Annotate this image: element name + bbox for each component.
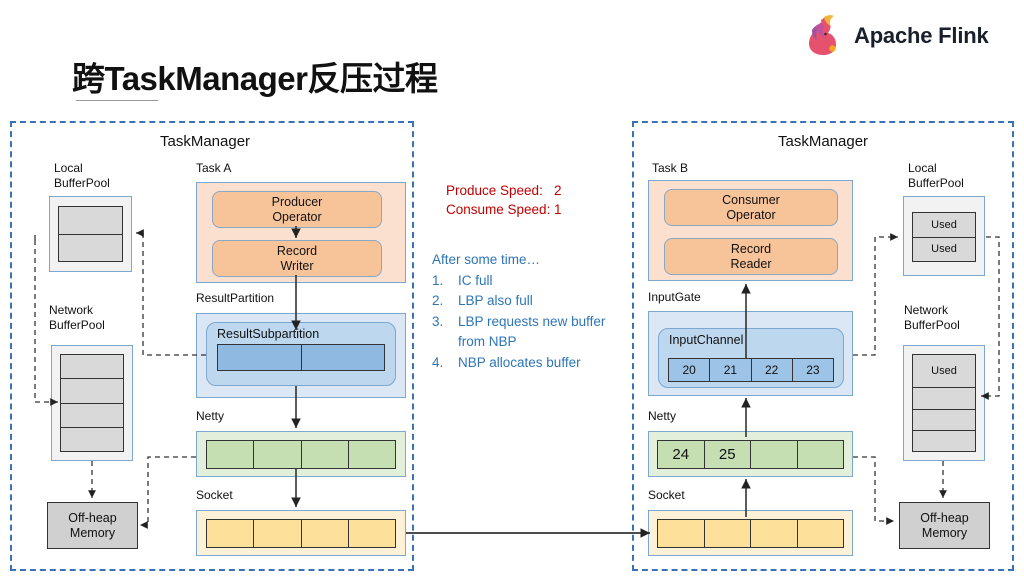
buffer-cell — [301, 520, 349, 547]
note-number: 2. — [432, 293, 444, 308]
buffer-cell — [301, 345, 384, 370]
buffer-cell: Used — [913, 355, 975, 389]
slide-canvas: Apache Flink 跨TaskManager反压过程 TaskManage… — [0, 0, 1024, 576]
buffer-cell — [61, 404, 123, 428]
list-item: 1. IC full — [432, 271, 632, 292]
list-item: 4. NBP allocates buffer — [432, 353, 632, 374]
note-text: IC full — [458, 272, 493, 288]
result-subpartition-cells — [217, 344, 385, 371]
note-text: LBP requests new buffer from NBP — [458, 313, 606, 350]
left-taskmanager-title: TaskManager — [160, 133, 251, 150]
left-local-bufferpool-label: Local BufferPool — [54, 161, 110, 190]
right-task-label: Task B — [652, 161, 689, 175]
buffer-cell — [348, 520, 395, 547]
buffer-cell — [658, 520, 705, 547]
buffer-cell: 21 — [710, 359, 752, 381]
producer-operator-box: Producer Operator — [212, 191, 382, 228]
left-socket-label: Socket — [196, 488, 233, 502]
consumer-operator-box: Consumer Operator — [664, 189, 838, 226]
apache-flink-logo: Apache Flink — [800, 12, 1000, 60]
buffer-cell — [59, 207, 122, 235]
buffer-cell: 20 — [669, 359, 711, 381]
buffer-cell — [254, 520, 302, 547]
buffer-cell — [207, 441, 255, 468]
speed-annotations: Produce Speed: 2 Consume Speed: 1 — [446, 181, 562, 219]
record-writer-box: Record Writer — [212, 240, 382, 277]
page-title: 跨TaskManager反压过程 — [72, 60, 438, 97]
buffer-cell: Used — [931, 243, 957, 256]
buffer-cell: 23 — [792, 359, 833, 381]
note-text: LBP also full — [458, 293, 533, 308]
buffer-cell — [254, 441, 302, 468]
input-channel-title: InputChannel — [669, 333, 744, 347]
notes-heading: After some time… — [432, 252, 541, 267]
buffer-cell — [913, 431, 975, 451]
buffer-cell — [797, 520, 843, 547]
buffer-cell: 22 — [751, 359, 793, 381]
note-number: 1. — [432, 272, 444, 288]
brand-name: Apache Flink — [854, 23, 989, 48]
title-underline — [76, 100, 158, 101]
input-gate-label: InputGate — [648, 290, 701, 304]
produce-speed-label: Produce Speed: — [446, 183, 543, 198]
buffer-cell — [751, 441, 798, 468]
left-network-bufferpool-cells — [60, 354, 124, 452]
buffer-cell — [913, 410, 975, 431]
buffer-cell — [61, 379, 123, 404]
right-network-bufferpool-label: Network BufferPool — [904, 303, 960, 332]
consume-speed-value: 1 — [554, 202, 562, 217]
right-socket-label: Socket — [648, 488, 685, 502]
buffer-cell — [61, 428, 123, 451]
buffer-cell — [218, 345, 302, 370]
left-task-label: Task A — [196, 161, 232, 175]
right-taskmanager-title: TaskManager — [778, 133, 869, 150]
left-offheap-memory-box: Off-heap Memory — [47, 502, 138, 549]
left-local-bufferpool-cells — [58, 206, 123, 262]
right-netty-cells: 24 25 — [657, 440, 844, 469]
buffer-cell — [348, 441, 395, 468]
buffer-cell — [751, 520, 798, 547]
list-item: 3. LBP requests new buffer from NBP — [432, 312, 632, 353]
result-subpartition-title: ResultSubpartition — [217, 327, 320, 341]
buffer-cell — [301, 441, 349, 468]
consume-speed-label: Consume Speed: — [446, 202, 551, 217]
buffer-cell — [59, 235, 122, 262]
right-network-bufferpool-cells: Used — [912, 354, 976, 452]
input-channel-cells: 20 21 22 23 — [668, 358, 834, 382]
buffer-cell — [797, 441, 843, 468]
left-socket-cells — [206, 519, 396, 548]
left-netty-label: Netty — [196, 409, 225, 423]
note-number: 3. — [432, 313, 444, 329]
notes-block: After some time… 1. IC full 2. LBP also … — [432, 250, 632, 373]
buffer-cell: 24 — [658, 441, 705, 468]
right-local-bufferpool-cells: Used Used — [912, 212, 976, 262]
right-offheap-memory-box: Off-heap Memory — [899, 502, 990, 549]
right-local-bufferpool-label: Local BufferPool — [908, 161, 964, 190]
left-network-bufferpool-label: Network BufferPool — [49, 303, 105, 332]
right-socket-cells — [657, 519, 844, 548]
produce-speed-value: 2 — [554, 183, 562, 198]
note-text: NBP allocates buffer — [458, 354, 581, 370]
buffer-cell: Used — [913, 213, 975, 238]
result-partition-label: ResultPartition — [196, 291, 275, 305]
record-reader-box: Record Reader — [664, 238, 838, 275]
left-netty-cells — [206, 440, 396, 469]
buffer-cell — [913, 388, 975, 410]
flink-squirrel-icon — [809, 15, 836, 55]
list-item: 2. LBP also full — [432, 291, 632, 312]
note-number: 4. — [432, 354, 444, 370]
buffer-cell — [704, 520, 751, 547]
buffer-cell — [61, 355, 123, 380]
buffer-cell: 25 — [704, 441, 751, 468]
right-netty-label: Netty — [648, 409, 677, 423]
buffer-cell — [207, 520, 255, 547]
